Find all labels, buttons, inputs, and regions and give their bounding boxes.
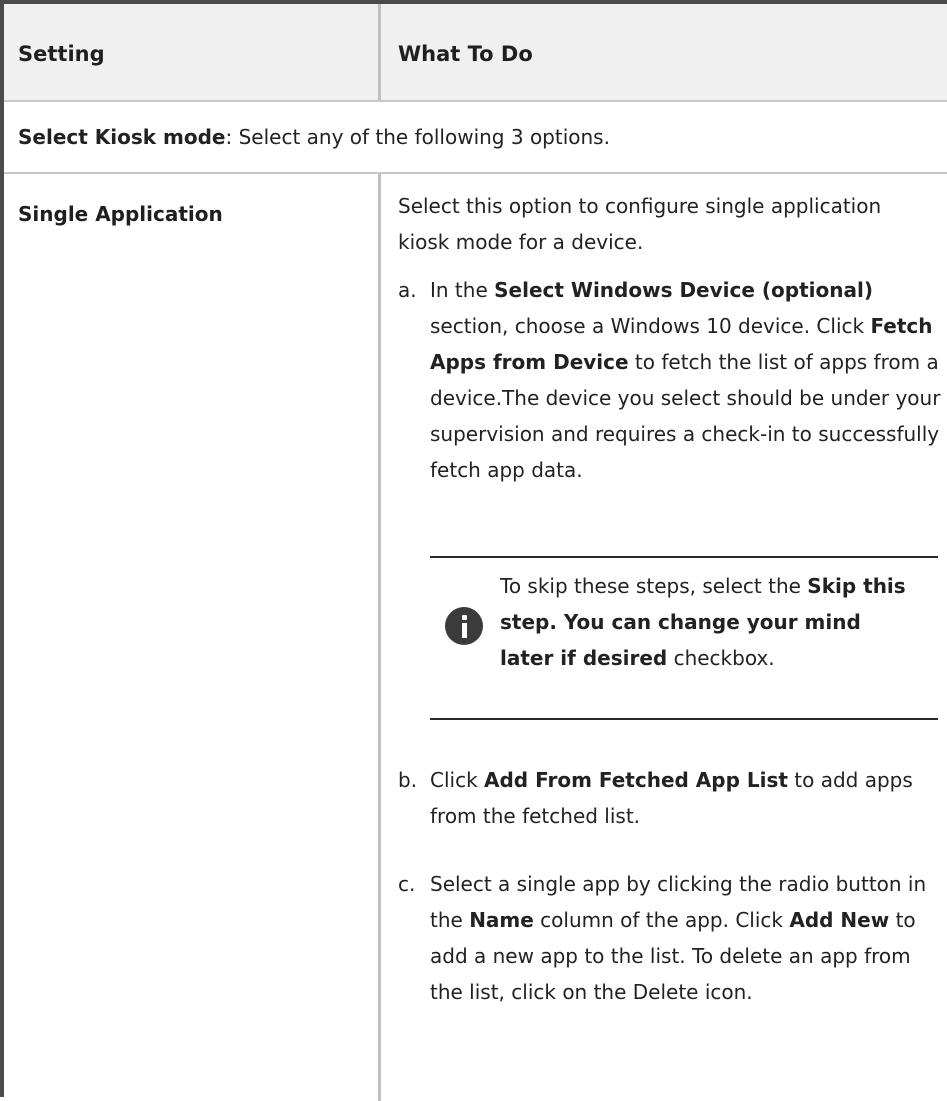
step-marker: b. [398,768,418,792]
row-divider [4,100,947,102]
text-run: In the [430,278,495,302]
row-divider [4,172,947,174]
column-divider [378,4,381,100]
text-run: section, choose a Windows 10 device. Cli… [430,314,871,338]
bold-term: Add From Fetched App List [484,768,788,792]
header-setting: Setting [18,42,105,66]
info-icon [445,607,483,645]
kiosk-mode-row: Select Kiosk mode: Select any of the fol… [18,125,610,149]
step-b: b. Click Add From Fetched App List to ad… [398,762,943,834]
step-text: Click Add From Fetched App List to add a… [430,762,943,834]
step-marker: c. [398,872,416,896]
text-run: Click [430,768,485,792]
step-a: a. In the Select Windows Device (optiona… [398,272,943,488]
table-header-row: Setting What To Do [4,4,947,100]
column-divider [378,174,381,1101]
text-run: checkbox. [667,646,775,670]
text-run: To skip these steps, select the [500,574,808,598]
note-bottom-rule [430,718,938,720]
step-marker: a. [398,278,417,302]
note-top-rule [430,556,938,558]
header-what-to-do: What To Do [398,42,533,66]
settings-table: Setting What To Do Select Kiosk mode: Se… [0,0,947,1101]
bold-term: Name [469,908,534,932]
step-c: c. Select a single app by clicking the r… [398,866,943,1010]
step-text: Select a single app by clicking the radi… [430,866,943,1010]
step-text: In the Select Windows Device (optional) … [430,272,943,488]
text-run: column of the app. Click [533,908,790,932]
kiosk-mode-text: : Select any of the following 3 options. [225,125,610,149]
bold-term: Select Windows Device (optional) [494,278,873,302]
single-application-intro: Select this option to configure single a… [398,194,882,254]
bold-term: Add New [789,908,890,932]
kiosk-mode-label: Select Kiosk mode [18,125,226,149]
note-text: To skip these steps, select the Skip thi… [500,568,920,676]
setting-single-application: Single Application [18,202,223,226]
